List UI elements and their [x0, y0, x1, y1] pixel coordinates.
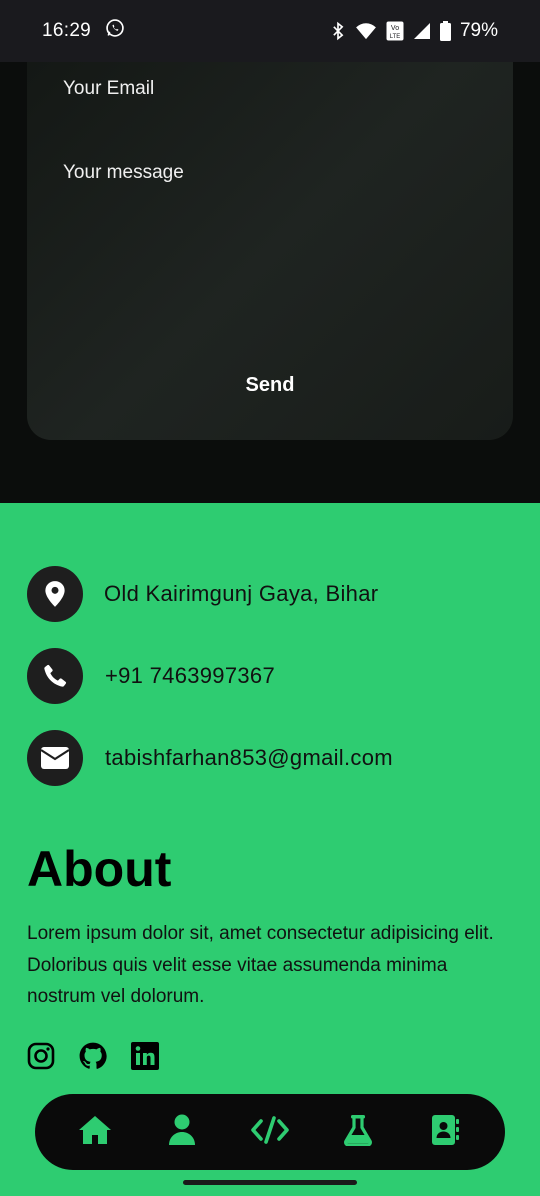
about-text: Lorem ipsum dolor sit, amet consectetur … [27, 923, 494, 1007]
phone-icon [27, 648, 83, 704]
contact-book-icon [431, 1114, 460, 1151]
status-bar: 16:29 Vo LTE 79% [0, 0, 540, 62]
location-pin-icon [27, 566, 83, 622]
status-time: 16:29 [42, 20, 92, 41]
svg-text:LTE: LTE [390, 34, 401, 40]
svg-text:Vo: Vo [391, 25, 399, 32]
github-icon[interactable] [79, 1042, 107, 1070]
contact-phone: +91 7463997367 [105, 663, 275, 688]
linkedin-icon[interactable] [131, 1042, 159, 1070]
wifi-icon [355, 22, 377, 40]
contact-form-section: Send [0, 62, 540, 503]
about-title: About [27, 841, 172, 897]
bottom-nav [35, 1094, 505, 1170]
volte-icon: Vo LTE [386, 21, 404, 41]
email-field[interactable] [63, 78, 483, 100]
envelope-icon [27, 730, 83, 786]
battery-percent: 79% [459, 20, 498, 41]
code-icon [250, 1115, 290, 1149]
contact-address-row: Old Kairimgunj Gaya, Bihar [27, 566, 378, 622]
social-links [27, 1042, 159, 1070]
nav-skills[interactable] [330, 1104, 386, 1160]
nav-home[interactable] [67, 1104, 123, 1160]
message-field[interactable] [63, 162, 483, 332]
contact-email-row: tabishfarhan853@gmail.com [27, 730, 393, 786]
flask-icon [343, 1114, 372, 1151]
battery-icon [439, 21, 451, 41]
send-button[interactable]: Send [220, 368, 320, 402]
contact-address: Old Kairimgunj Gaya, Bihar [104, 581, 379, 606]
contact-form-card: Send [27, 62, 513, 440]
signal-icon [413, 22, 431, 40]
whatsapp-icon [105, 18, 125, 44]
bluetooth-icon [330, 21, 346, 41]
nav-contact[interactable] [417, 1104, 473, 1160]
instagram-icon[interactable] [27, 1042, 55, 1070]
contact-email: tabishfarhan853@gmail.com [105, 745, 393, 770]
user-icon [168, 1114, 196, 1151]
nav-projects[interactable] [242, 1104, 298, 1160]
home-icon [77, 1114, 113, 1151]
home-indicator[interactable] [183, 1180, 357, 1185]
contact-phone-row: +91 7463997367 [27, 648, 275, 704]
nav-about[interactable] [154, 1104, 210, 1160]
